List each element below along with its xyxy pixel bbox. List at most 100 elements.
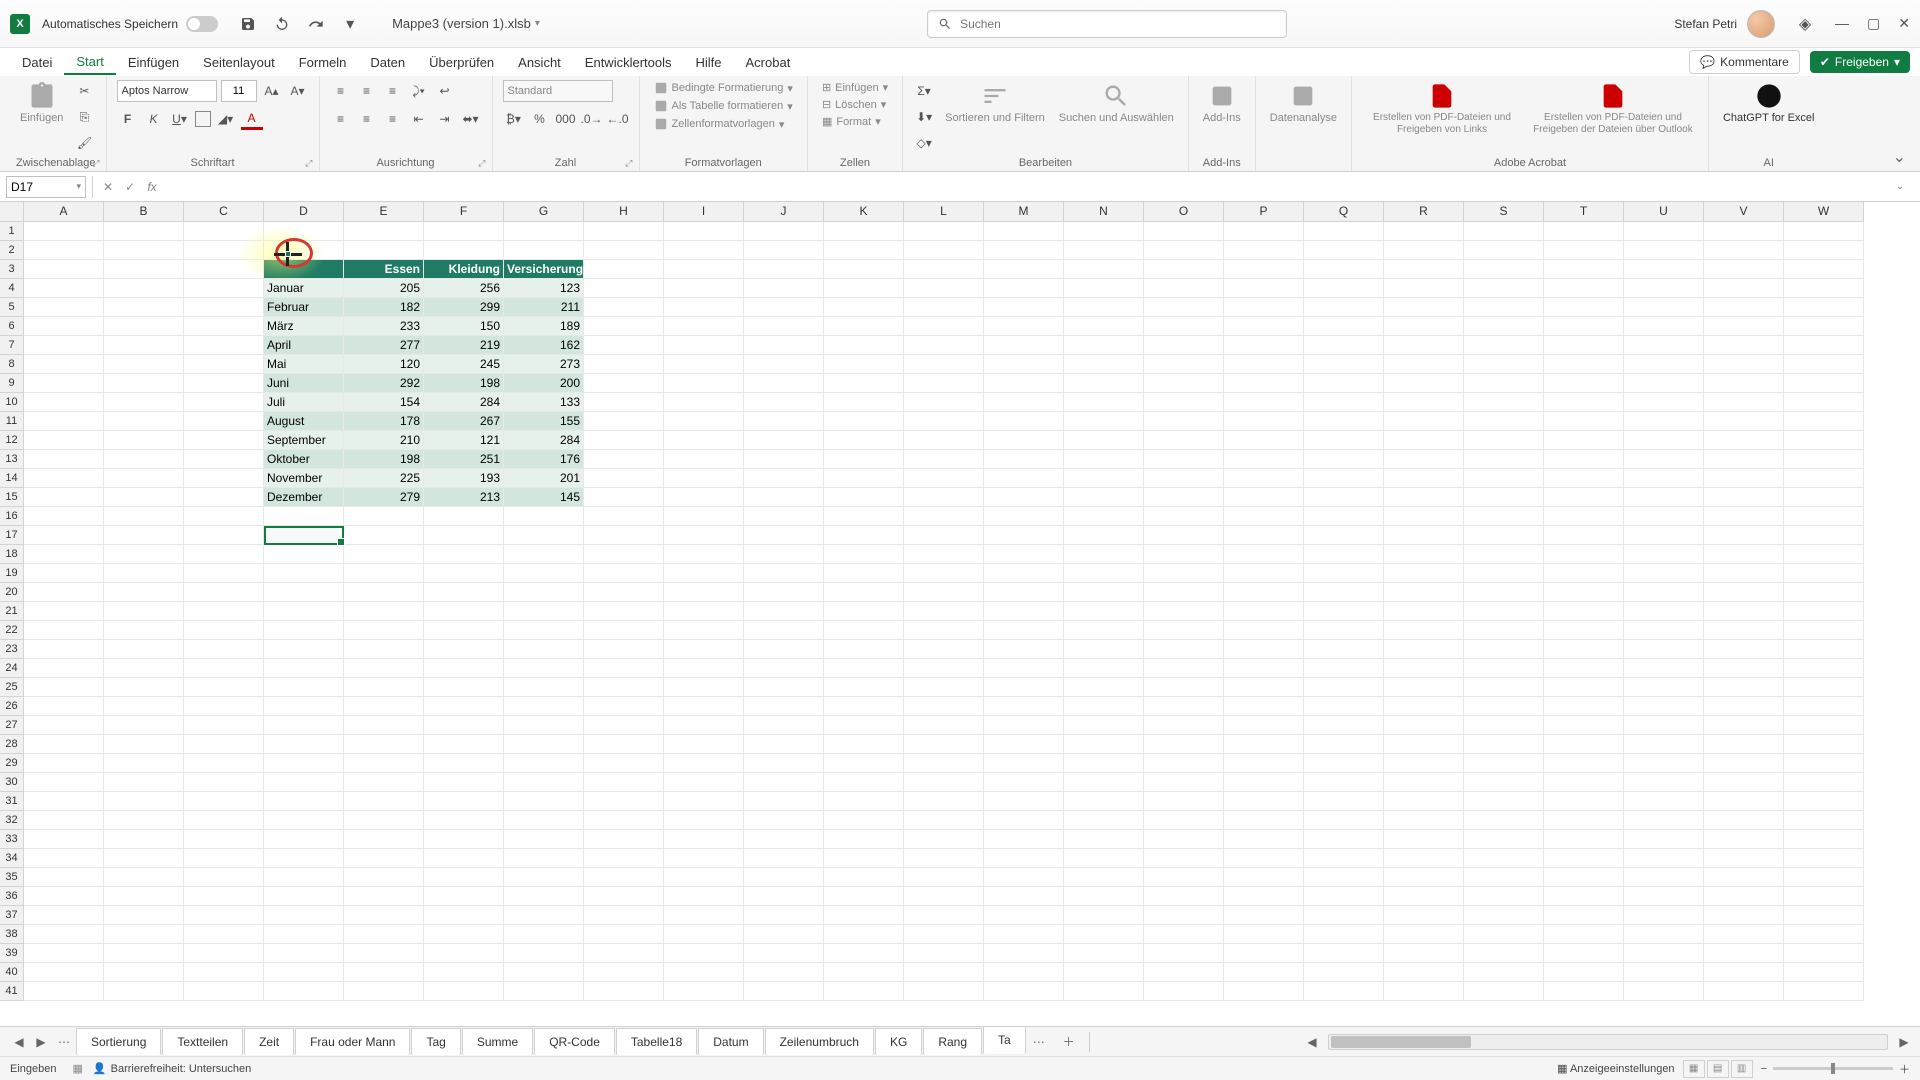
- align-left-icon[interactable]: ≡: [330, 108, 352, 130]
- cell-styles-button[interactable]: Zellenformatvorlagen ▾: [650, 116, 789, 132]
- cell-T18[interactable]: [1544, 545, 1624, 564]
- cell-M17[interactable]: [984, 526, 1064, 545]
- cell-K24[interactable]: [824, 659, 904, 678]
- cell-P4[interactable]: [1224, 279, 1304, 298]
- cell-A14[interactable]: [24, 469, 104, 488]
- cell-M16[interactable]: [984, 507, 1064, 526]
- cell-D7[interactable]: April: [264, 336, 344, 355]
- border-icon[interactable]: [195, 111, 211, 127]
- cell-P12[interactable]: [1224, 431, 1304, 450]
- cell-H20[interactable]: [584, 583, 664, 602]
- row-header-39[interactable]: 39: [0, 944, 24, 963]
- cell-Q9[interactable]: [1304, 374, 1384, 393]
- cell-B37[interactable]: [104, 906, 184, 925]
- cell-F22[interactable]: [424, 621, 504, 640]
- cell-F20[interactable]: [424, 583, 504, 602]
- cell-F34[interactable]: [424, 849, 504, 868]
- cell-G2[interactable]: [504, 241, 584, 260]
- cell-Q24[interactable]: [1304, 659, 1384, 678]
- row-header-7[interactable]: 7: [0, 336, 24, 355]
- cell-A19[interactable]: [24, 564, 104, 583]
- cell-K37[interactable]: [824, 906, 904, 925]
- wrap-text-icon[interactable]: ↩: [434, 80, 456, 102]
- cell-T30[interactable]: [1544, 773, 1624, 792]
- cell-W36[interactable]: [1784, 887, 1864, 906]
- cell-R3[interactable]: [1384, 260, 1464, 279]
- cell-K26[interactable]: [824, 697, 904, 716]
- cell-Q40[interactable]: [1304, 963, 1384, 982]
- cell-C38[interactable]: [184, 925, 264, 944]
- cell-W18[interactable]: [1784, 545, 1864, 564]
- fill-color-icon[interactable]: ◢▾: [215, 108, 237, 130]
- cell-B26[interactable]: [104, 697, 184, 716]
- cell-J2[interactable]: [744, 241, 824, 260]
- col-header-W[interactable]: W: [1784, 202, 1864, 222]
- cell-G22[interactable]: [504, 621, 584, 640]
- cell-A17[interactable]: [24, 526, 104, 545]
- cell-D37[interactable]: [264, 906, 344, 925]
- cell-U34[interactable]: [1624, 849, 1704, 868]
- cell-H1[interactable]: [584, 222, 664, 241]
- cell-I37[interactable]: [664, 906, 744, 925]
- cell-U36[interactable]: [1624, 887, 1704, 906]
- menu-tab-entwicklertools[interactable]: Entwicklertools: [573, 51, 684, 74]
- cell-T33[interactable]: [1544, 830, 1624, 849]
- cell-J17[interactable]: [744, 526, 824, 545]
- cell-T25[interactable]: [1544, 678, 1624, 697]
- cell-D20[interactable]: [264, 583, 344, 602]
- cell-F17[interactable]: [424, 526, 504, 545]
- cell-E1[interactable]: [344, 222, 424, 241]
- cell-D25[interactable]: [264, 678, 344, 697]
- cell-C4[interactable]: [184, 279, 264, 298]
- cell-W7[interactable]: [1784, 336, 1864, 355]
- cell-G9[interactable]: 200: [504, 374, 584, 393]
- cell-K3[interactable]: [824, 260, 904, 279]
- cell-O27[interactable]: [1144, 716, 1224, 735]
- cell-A24[interactable]: [24, 659, 104, 678]
- cell-J3[interactable]: [744, 260, 824, 279]
- cell-B4[interactable]: [104, 279, 184, 298]
- cell-D1[interactable]: [264, 222, 344, 241]
- cell-R7[interactable]: [1384, 336, 1464, 355]
- cell-H21[interactable]: [584, 602, 664, 621]
- cell-C11[interactable]: [184, 412, 264, 431]
- cell-S2[interactable]: [1464, 241, 1544, 260]
- cell-V18[interactable]: [1704, 545, 1784, 564]
- cell-C30[interactable]: [184, 773, 264, 792]
- cell-J31[interactable]: [744, 792, 824, 811]
- cell-R20[interactable]: [1384, 583, 1464, 602]
- cell-V4[interactable]: [1704, 279, 1784, 298]
- cell-M7[interactable]: [984, 336, 1064, 355]
- cell-V36[interactable]: [1704, 887, 1784, 906]
- cell-G39[interactable]: [504, 944, 584, 963]
- cell-T29[interactable]: [1544, 754, 1624, 773]
- row-header-29[interactable]: 29: [0, 754, 24, 773]
- cell-K30[interactable]: [824, 773, 904, 792]
- cell-R34[interactable]: [1384, 849, 1464, 868]
- cell-B23[interactable]: [104, 640, 184, 659]
- cell-M41[interactable]: [984, 982, 1064, 1001]
- cell-B31[interactable]: [104, 792, 184, 811]
- row-header-30[interactable]: 30: [0, 773, 24, 792]
- cell-D6[interactable]: März: [264, 317, 344, 336]
- cell-L18[interactable]: [904, 545, 984, 564]
- cell-V25[interactable]: [1704, 678, 1784, 697]
- cell-H28[interactable]: [584, 735, 664, 754]
- cell-U8[interactable]: [1624, 355, 1704, 374]
- cell-I38[interactable]: [664, 925, 744, 944]
- cell-H25[interactable]: [584, 678, 664, 697]
- fill-icon[interactable]: ⬇▾: [913, 106, 935, 128]
- cell-Q28[interactable]: [1304, 735, 1384, 754]
- cell-M38[interactable]: [984, 925, 1064, 944]
- cell-N41[interactable]: [1064, 982, 1144, 1001]
- cell-O12[interactable]: [1144, 431, 1224, 450]
- col-header-G[interactable]: G: [504, 202, 584, 222]
- cell-E26[interactable]: [344, 697, 424, 716]
- cell-L21[interactable]: [904, 602, 984, 621]
- cell-W9[interactable]: [1784, 374, 1864, 393]
- cell-W3[interactable]: [1784, 260, 1864, 279]
- cell-O36[interactable]: [1144, 887, 1224, 906]
- cell-V11[interactable]: [1704, 412, 1784, 431]
- inc-decimal-icon[interactable]: .0→: [581, 108, 603, 130]
- cell-M11[interactable]: [984, 412, 1064, 431]
